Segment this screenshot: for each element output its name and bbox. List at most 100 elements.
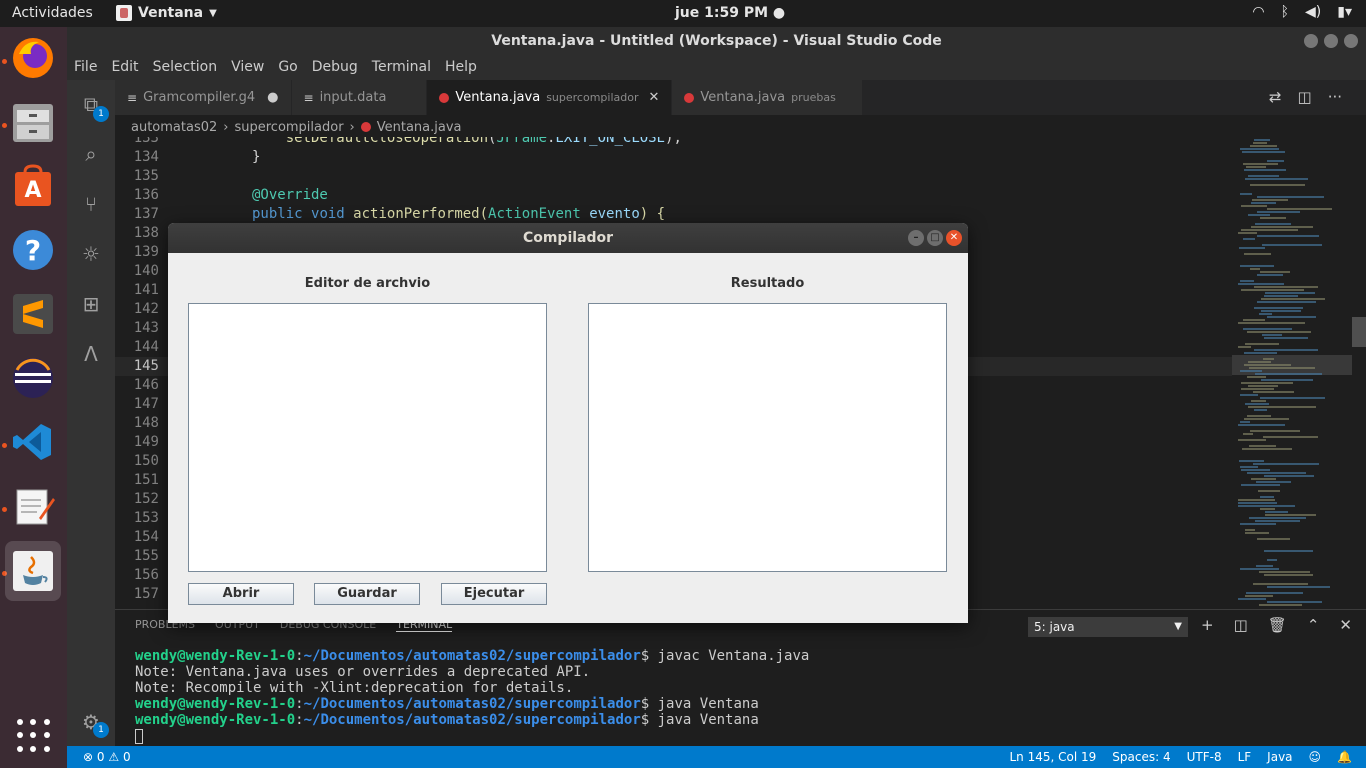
bell-icon[interactable]: 🔔 (1337, 746, 1352, 768)
clock-text: jue 1:59 PM (675, 5, 769, 21)
breadcrumb-item[interactable]: Ventana.java (377, 120, 462, 135)
chevron-up-icon[interactable]: ⌃ (1307, 616, 1320, 634)
compare-icon[interactable]: ⇄ (1269, 88, 1282, 106)
minimap-line (1245, 343, 1279, 345)
minimap-line (1251, 478, 1276, 480)
minimap-line (1244, 253, 1271, 255)
line-number: 157 (133, 586, 159, 602)
line-number: 152 (133, 491, 159, 507)
tab-ventana-supercompilador[interactable]: Ventana.java supercompilador ✕ (427, 80, 673, 115)
terminal-output[interactable]: wendy@wendy-Rev-1-0:~/Documentos/automat… (135, 648, 809, 744)
line-number: 144 (133, 339, 159, 355)
split-terminal-icon[interactable]: ◫ (1234, 616, 1248, 634)
problems-status[interactable]: ⊗ 0 ⚠ 0 (83, 746, 131, 768)
close-panel-icon[interactable]: ✕ (1339, 616, 1352, 634)
dock-sublime[interactable] (8, 289, 58, 339)
indentation[interactable]: Spaces: 4 (1112, 746, 1170, 768)
encoding[interactable]: UTF-8 (1187, 746, 1222, 768)
file-icon: ≡ (127, 90, 138, 105)
line-number: 139 (133, 244, 159, 260)
tab-gramcompiler[interactable]: ≡ Gramcompiler.g4 ● (115, 80, 292, 115)
minimap-line (1243, 238, 1255, 240)
menu-debug[interactable]: Debug (312, 55, 358, 80)
minimap-line (1241, 388, 1274, 390)
dock-firefox[interactable] (8, 33, 58, 83)
show-applications-button[interactable] (17, 719, 51, 753)
feedback-icon[interactable]: ☺ (1309, 746, 1322, 768)
antlr-icon[interactable]: Λ (79, 342, 103, 366)
menu-selection[interactable]: Selection (153, 55, 218, 80)
search-icon[interactable]: ⌕ (79, 142, 103, 166)
menu-view[interactable]: View (231, 55, 264, 80)
run-button[interactable]: Ejecutar (441, 583, 547, 605)
app-menu-label: Ventana (138, 5, 204, 21)
end-of-line[interactable]: LF (1238, 746, 1252, 768)
dock-software[interactable]: A (8, 161, 58, 211)
minimap-line (1251, 400, 1266, 402)
minimap-line (1245, 529, 1255, 531)
terminal-select[interactable]: 5: java ▼ (1028, 617, 1188, 637)
clock[interactable]: jue 1:59 PM ● (675, 5, 785, 21)
maximize-button[interactable]: □ (927, 230, 943, 246)
source-control-icon[interactable]: ⑂ (79, 192, 103, 216)
scrollbar-thumb[interactable] (1352, 317, 1366, 347)
minimap-line (1238, 598, 1266, 600)
minimize-button[interactable] (1304, 34, 1318, 48)
tab-input-data[interactable]: ≡ input.data (291, 80, 428, 115)
split-editor-icon[interactable]: ◫ (1298, 88, 1312, 106)
minimap-line (1238, 283, 1284, 285)
close-button[interactable] (1344, 34, 1358, 48)
minimap-line (1241, 229, 1298, 231)
window-controls (1304, 34, 1358, 48)
menu-edit[interactable]: Edit (111, 55, 138, 80)
new-terminal-icon[interactable]: + (1201, 616, 1214, 634)
minimize-button[interactable]: – (908, 230, 924, 246)
language-mode[interactable]: Java (1267, 746, 1292, 768)
terminal-prompt: wendy@wendy-Rev-1-0 (135, 712, 296, 728)
more-actions-icon[interactable]: ··· (1328, 88, 1342, 106)
dock-java[interactable] (5, 541, 61, 601)
dialog-title-bar[interactable]: Compilador – □ ✕ (168, 223, 968, 253)
editor-textarea[interactable] (188, 303, 547, 572)
minimap-line (1241, 289, 1304, 291)
code-text: setDefaultCloseOperation(JFrame.EXIT_ON_… (285, 137, 682, 146)
debug-icon[interactable]: ☼ (79, 242, 103, 266)
open-button[interactable]: Abrir (188, 583, 294, 605)
breadcrumb-item[interactable]: supercompilador (234, 120, 343, 135)
minimap-line (1238, 322, 1305, 324)
menu-file[interactable]: File (74, 55, 97, 80)
dock-help[interactable]: ? (8, 225, 58, 275)
minimap-line (1244, 418, 1289, 420)
minimap-line (1253, 463, 1319, 465)
dock-text-editor[interactable] (8, 481, 58, 531)
trash-icon[interactable]: 🗑 (1268, 616, 1287, 634)
maximize-button[interactable] (1324, 34, 1338, 48)
minimap-line (1238, 346, 1251, 348)
menu-help[interactable]: Help (445, 55, 477, 80)
breadcrumb-item[interactable]: automatas02 (131, 120, 217, 135)
tab-label: Ventana.java (700, 90, 786, 105)
window-title-bar: Ventana.java - Untitled (Workspace) - Vi… (67, 27, 1366, 55)
menu-terminal[interactable]: Terminal (372, 55, 431, 80)
close-icon[interactable]: ✕ (648, 90, 659, 105)
minimap[interactable] (1232, 137, 1352, 607)
close-button[interactable]: ✕ (946, 230, 962, 246)
dock-eclipse[interactable] (8, 353, 58, 403)
tab-ventana-pruebas[interactable]: Ventana.java pruebas (672, 80, 863, 115)
cursor-position[interactable]: Ln 145, Col 19 (1010, 746, 1097, 768)
save-button[interactable]: Guardar (314, 583, 420, 605)
extensions-icon[interactable]: ⊞ (79, 292, 103, 316)
result-textarea[interactable] (588, 303, 947, 572)
editor-scrollbar[interactable] (1352, 137, 1366, 607)
terminal-select-value: 5: java (1034, 620, 1075, 634)
system-tray[interactable]: ◠ ᛒ ◀) ▮▾ (1252, 4, 1352, 20)
dock-files[interactable] (8, 97, 58, 147)
activities-button[interactable]: Actividades (12, 5, 93, 21)
menu-go[interactable]: Go (278, 55, 297, 80)
dock-vscode[interactable] (8, 417, 58, 467)
app-menu[interactable]: Ventana ▼ (116, 5, 217, 21)
minimap-line (1240, 265, 1274, 267)
line-number: 135 (133, 168, 159, 184)
minimap-line (1253, 583, 1308, 585)
minimap-line (1243, 163, 1278, 165)
